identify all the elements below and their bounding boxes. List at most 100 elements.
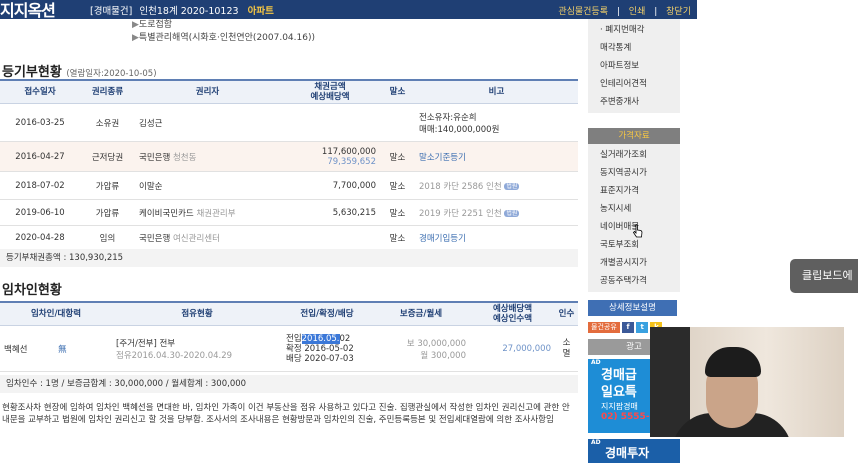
add-favorite-link[interactable]: 관심물건등록 [558, 7, 608, 17]
col-header: 인수 [555, 301, 578, 326]
sidebar-item[interactable]: · 폐지번매각 [588, 21, 680, 39]
amount-cell: 5,630,215 [280, 199, 380, 226]
sidebar-item[interactable]: 인테리어견적 [588, 75, 680, 93]
amount-cell: 7,700,000 [280, 171, 380, 200]
holder-cell: 이말순 [135, 171, 280, 200]
separator: | [654, 7, 658, 17]
table-row: 2020-04-28 임의 국민은행 여신관리센터 말소 경매기입등기 [0, 225, 578, 250]
col-header: 채권금액 예상배당액 [280, 79, 380, 104]
date-cell: 2020-04-28 [0, 225, 80, 250]
mouse-cursor-icon [633, 224, 643, 238]
holder-cell: 국민은행 청천동 [135, 141, 280, 172]
sidebar-item[interactable]: 매각통계 [588, 39, 680, 57]
takeover-cell: 소 멸 [555, 325, 578, 372]
triangle-icon: ▶ [132, 33, 139, 43]
webcam-shadow [650, 327, 690, 437]
tenants-table: 임차인/대항력 점유현황 전입/확정/배당 보증금/월세 예상배당액 예상인수액… [0, 301, 578, 372]
date-cell: 2018-07-02 [0, 171, 80, 200]
cancel-cell: 말소 [380, 199, 415, 226]
facebook-icon[interactable]: f [622, 322, 634, 333]
holder-cell: 케이비국민카드 채권관리부 [135, 199, 280, 226]
court-icon[interactable]: 법원 [504, 209, 520, 217]
table-row: 2016-03-25 소유권 김성근 전소유자:유순희 매매:140,000,00… [0, 103, 578, 142]
kind-cell: 소유권 [80, 103, 135, 142]
table-row: 백혜선 無 [주거/전부] 전부 점유2016.04.30-2020.04.29… [0, 325, 578, 372]
print-link[interactable]: 인쇄 [629, 7, 646, 17]
share-label: 물건공유 [588, 322, 620, 333]
price-data-header: 가격자료 [588, 128, 680, 144]
tenant-mark: 無 [58, 344, 67, 355]
sidebar-item[interactable]: 국토부조회 [588, 236, 680, 254]
site-logo[interactable]: 지지옥션 [0, 0, 56, 21]
triangle-icon: ▶ [132, 20, 139, 30]
table-row: 2016-04-27 근저당권 국민은행 청천동 117,600,000 79,3… [0, 141, 578, 172]
close-window-link[interactable]: 창닫기 [666, 7, 691, 17]
sidebar-item[interactable]: 공동주택가격 [588, 272, 680, 290]
col-header: 말소 [380, 79, 415, 104]
col-header: 점유현황 [112, 301, 282, 326]
info-line: ▶도로접함 [132, 20, 173, 30]
viewed-date: (열람일자:2020-10-05) [66, 69, 157, 79]
sidebar-item[interactable]: 표준지가격 [588, 182, 680, 200]
kind-cell: 가압류 [80, 199, 135, 226]
date-cell: 2016-04-27 [0, 141, 80, 172]
top-bar: 지지옥션 [경매물건] 인천18계 2020-10123 아파트 관심물건등록 … [0, 0, 697, 21]
info-line: ▶특별관리해역(시화호·인천연안(2007.04.16)) [132, 33, 315, 43]
amount-cell [280, 103, 380, 142]
cancel-cell: 말소 [380, 171, 415, 200]
amount-cell [280, 225, 380, 250]
sidebar-item[interactable]: 실거래가조회 [588, 146, 680, 164]
ad-banner[interactable]: AD 경매투자 [588, 439, 680, 463]
sidebar-item[interactable]: 동지역공시가 [588, 164, 680, 182]
table-header: 접수일자 권리종류 권리자 채권금액 예상배당액 말소 비고 [0, 79, 578, 104]
occupancy-cell: [주거/전부] 전부 점유2016.04.30-2020.04.29 [112, 325, 282, 372]
note-cell[interactable]: 2018 카단 2586 인천 법원 [415, 171, 578, 200]
kind-cell: 가압류 [80, 171, 135, 200]
tenants-summary: 임차인수 : 1명 / 보증금합계 : 30,000,000 / 월세합계 : … [0, 375, 578, 393]
date-cell: 2016-03-25 [0, 103, 80, 142]
registry-table: 접수일자 권리종류 권리자 채권금액 예상배당액 말소 비고 2016-03-2… [0, 79, 578, 250]
selected-text[interactable]: 2016.05. [301, 333, 340, 344]
sidebar-item[interactable]: 주변중개사 [588, 93, 680, 111]
court-icon[interactable]: 법원 [504, 182, 520, 190]
tenant-name: 백혜선 [4, 344, 28, 355]
sidebar-item[interactable]: 개별공시지가 [588, 254, 680, 272]
tenant-name-cell: 백혜선 無 [0, 325, 112, 372]
col-header: 권리종류 [80, 79, 135, 104]
sidebar-item[interactable]: 농지시세 [588, 200, 680, 218]
note-link[interactable]: 경매기입등기 [415, 225, 578, 250]
note-cell[interactable]: 2019 카단 2251 인천 법원 [415, 199, 578, 226]
twitter-icon[interactable]: t [636, 322, 649, 333]
col-header: 비고 [415, 79, 578, 104]
holder-cell: 김성근 [135, 103, 280, 142]
dates-cell: 전입2016.05.02 확정 2016-05-02 배당 2020-07-03 [282, 325, 372, 372]
tenants-title: 임차인현황 [2, 283, 62, 298]
kind-cell: 임의 [80, 225, 135, 250]
property-type: 아파트 [247, 6, 274, 17]
separator: | [616, 7, 620, 17]
col-header: 권리자 [135, 79, 280, 104]
table-row: 2018-07-02 가압류 이말순 7,700,000 말소 2018 카단 … [0, 171, 578, 200]
note-cell: 전소유자:유순희 매매:140,000,000원 [415, 103, 578, 142]
kind-cell: 근저당권 [80, 141, 135, 172]
table-header: 임차인/대항력 점유현황 전입/확정/배당 보증금/월세 예상배당액 예상인수액… [0, 301, 578, 326]
case-info: [경매물건] 인천18계 2020-10123 아파트 [90, 3, 274, 17]
webcam-overlay [650, 327, 844, 437]
price-data-box: 실거래가조회 동지역공시가 표준지가격 농지시세 네이버매물 국토부조회 개별공… [588, 144, 680, 292]
date-cell: 2019-06-10 [0, 199, 80, 226]
cancel-cell: 말소 [380, 225, 415, 250]
detail-info-button[interactable]: 상세정보설명 [588, 300, 677, 316]
clipboard-toast: 클립보드에 [790, 259, 858, 293]
top-links: 관심물건등록 | 인쇄 | 창닫기 [552, 4, 691, 17]
holder-cell: 국민은행 여신관리센터 [135, 225, 280, 250]
col-header: 접수일자 [0, 79, 80, 104]
sidebar-top-box: · 폐지번매각 매각통계 아파트정보 인테리어견적 주변중개사 [588, 19, 680, 113]
col-header: 임차인/대항력 [0, 301, 112, 326]
note-link[interactable]: 말소기준등기 [415, 141, 578, 172]
cancel-cell [380, 103, 415, 142]
sidebar-item[interactable]: 아파트정보 [588, 57, 680, 75]
col-header: 보증금/월세 [372, 301, 470, 326]
col-header: 전입/확정/배당 [282, 301, 372, 326]
expected-cell: 27,000,000 [470, 325, 555, 372]
case-number: 인천18계 2020-10123 [139, 6, 239, 17]
